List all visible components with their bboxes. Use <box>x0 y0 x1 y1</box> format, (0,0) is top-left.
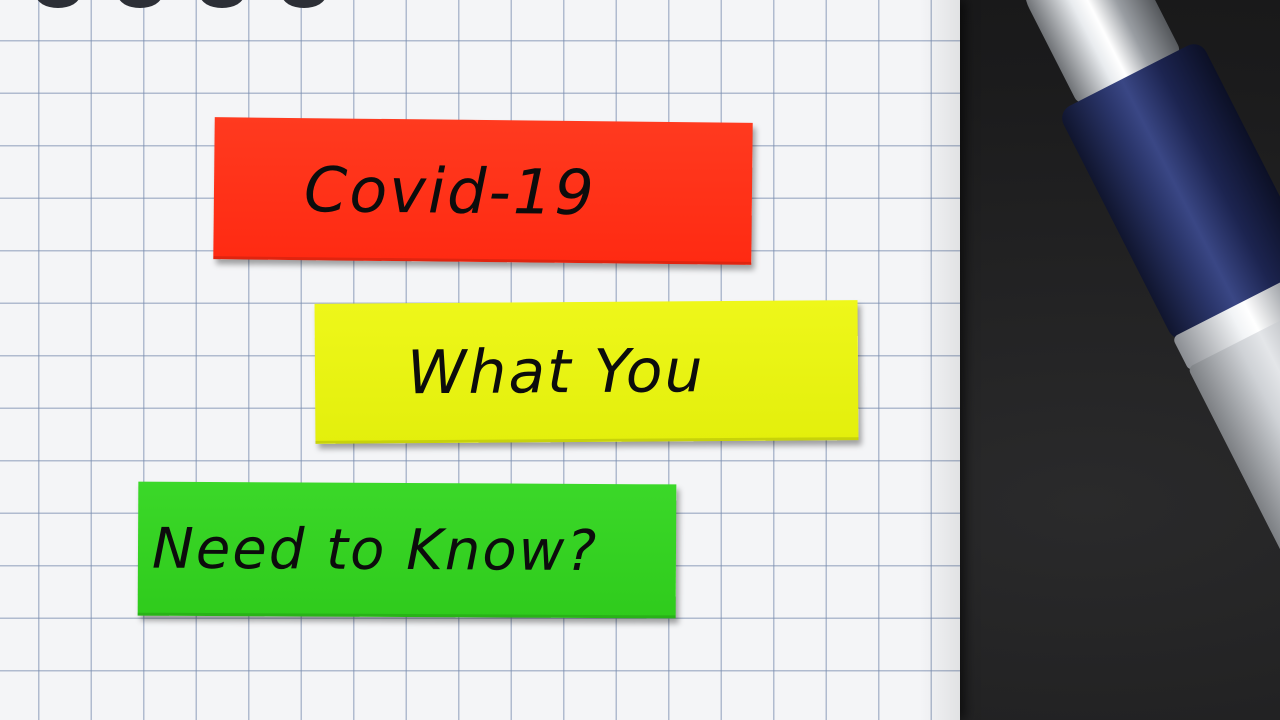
label-text-need-to-know: Need to Know? <box>151 516 599 584</box>
label-text-what-you: What You <box>406 336 705 409</box>
ring-icon <box>282 0 326 8</box>
pen-icon <box>991 0 1280 720</box>
ring-icon <box>200 0 244 8</box>
photo-scene: Covid-19 What You Need to Know? <box>0 0 1280 720</box>
spiral-rings <box>0 0 960 12</box>
sticky-label-green: Need to Know? <box>137 481 677 619</box>
label-text-covid: Covid-19 <box>303 152 597 229</box>
ring-icon <box>36 0 80 8</box>
sticky-label-yellow: What You <box>314 300 859 444</box>
ring-icon <box>118 0 162 8</box>
sticky-label-red: Covid-19 <box>213 117 753 265</box>
